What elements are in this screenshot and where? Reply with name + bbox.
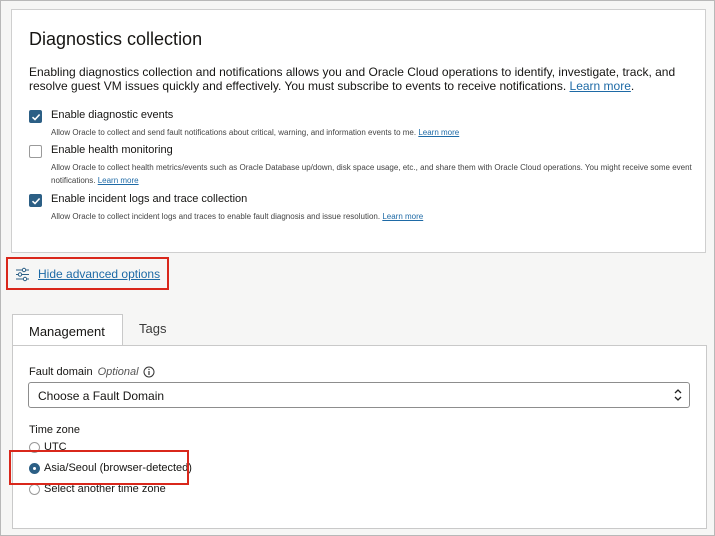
info-icon[interactable]	[143, 366, 155, 378]
time-zone-label: Time zone	[29, 424, 80, 436]
fault-domain-select[interactable]: Choose a Fault Domain	[28, 382, 690, 408]
fault-domain-select-value: Choose a Fault Domain	[38, 389, 165, 403]
tab-management[interactable]: Management	[12, 314, 123, 346]
page-frame: Diagnostics collection Enabling diagnost…	[0, 0, 715, 536]
diagnostic-events-learn-more-link[interactable]: Learn more	[418, 128, 459, 137]
tab-tags[interactable]: Tags	[139, 321, 166, 336]
diagnostics-learn-more-link[interactable]: Learn more	[570, 79, 631, 93]
diagnostics-panel: Diagnostics collection Enabling diagnost…	[11, 9, 706, 253]
incident-logs-help: Allow Oracle to collect incident logs an…	[51, 212, 424, 221]
health-monitoring-checkbox[interactable]	[29, 145, 42, 158]
optional-tag: Optional	[97, 366, 139, 378]
diagnostics-description: Enabling diagnostics collection and noti…	[29, 65, 676, 93]
chevron-up-down-icon	[674, 389, 682, 401]
incident-logs-checkbox[interactable]	[29, 194, 42, 207]
diagnostic-events-label[interactable]: Enable diagnostic events	[51, 109, 173, 121]
advanced-options-highlight: Hide advanced options	[6, 257, 169, 290]
other-time-zone-radio[interactable]	[29, 484, 40, 495]
diagnostic-events-checkbox[interactable]	[29, 110, 42, 123]
health-monitoring-learn-more-link[interactable]: Learn more	[98, 176, 139, 185]
incident-logs-label[interactable]: Enable incident logs and trace collectio…	[51, 193, 247, 205]
health-monitoring-label[interactable]: Enable health monitoring	[51, 144, 173, 156]
checkmark-icon	[31, 197, 40, 205]
tabs-container: Management Tags Fault domain Optional Cho…	[11, 313, 707, 529]
incident-logs-learn-more-link[interactable]: Learn more	[382, 212, 423, 221]
health-monitoring-help: Allow Oracle to collect health metrics/e…	[51, 163, 692, 185]
diagnostic-events-help: Allow Oracle to collect and send fault n…	[51, 128, 460, 137]
fault-domain-label: Fault domain Optional	[29, 366, 155, 378]
management-tab-panel: Fault domain Optional Choose a Fault Doma…	[12, 345, 707, 529]
diagnostics-title: Diagnostics collection	[29, 29, 203, 49]
sliders-icon	[16, 267, 29, 282]
hide-advanced-options-link[interactable]: Hide advanced options	[38, 267, 160, 281]
time-zone-highlight	[9, 450, 189, 485]
checkmark-icon	[31, 113, 40, 121]
